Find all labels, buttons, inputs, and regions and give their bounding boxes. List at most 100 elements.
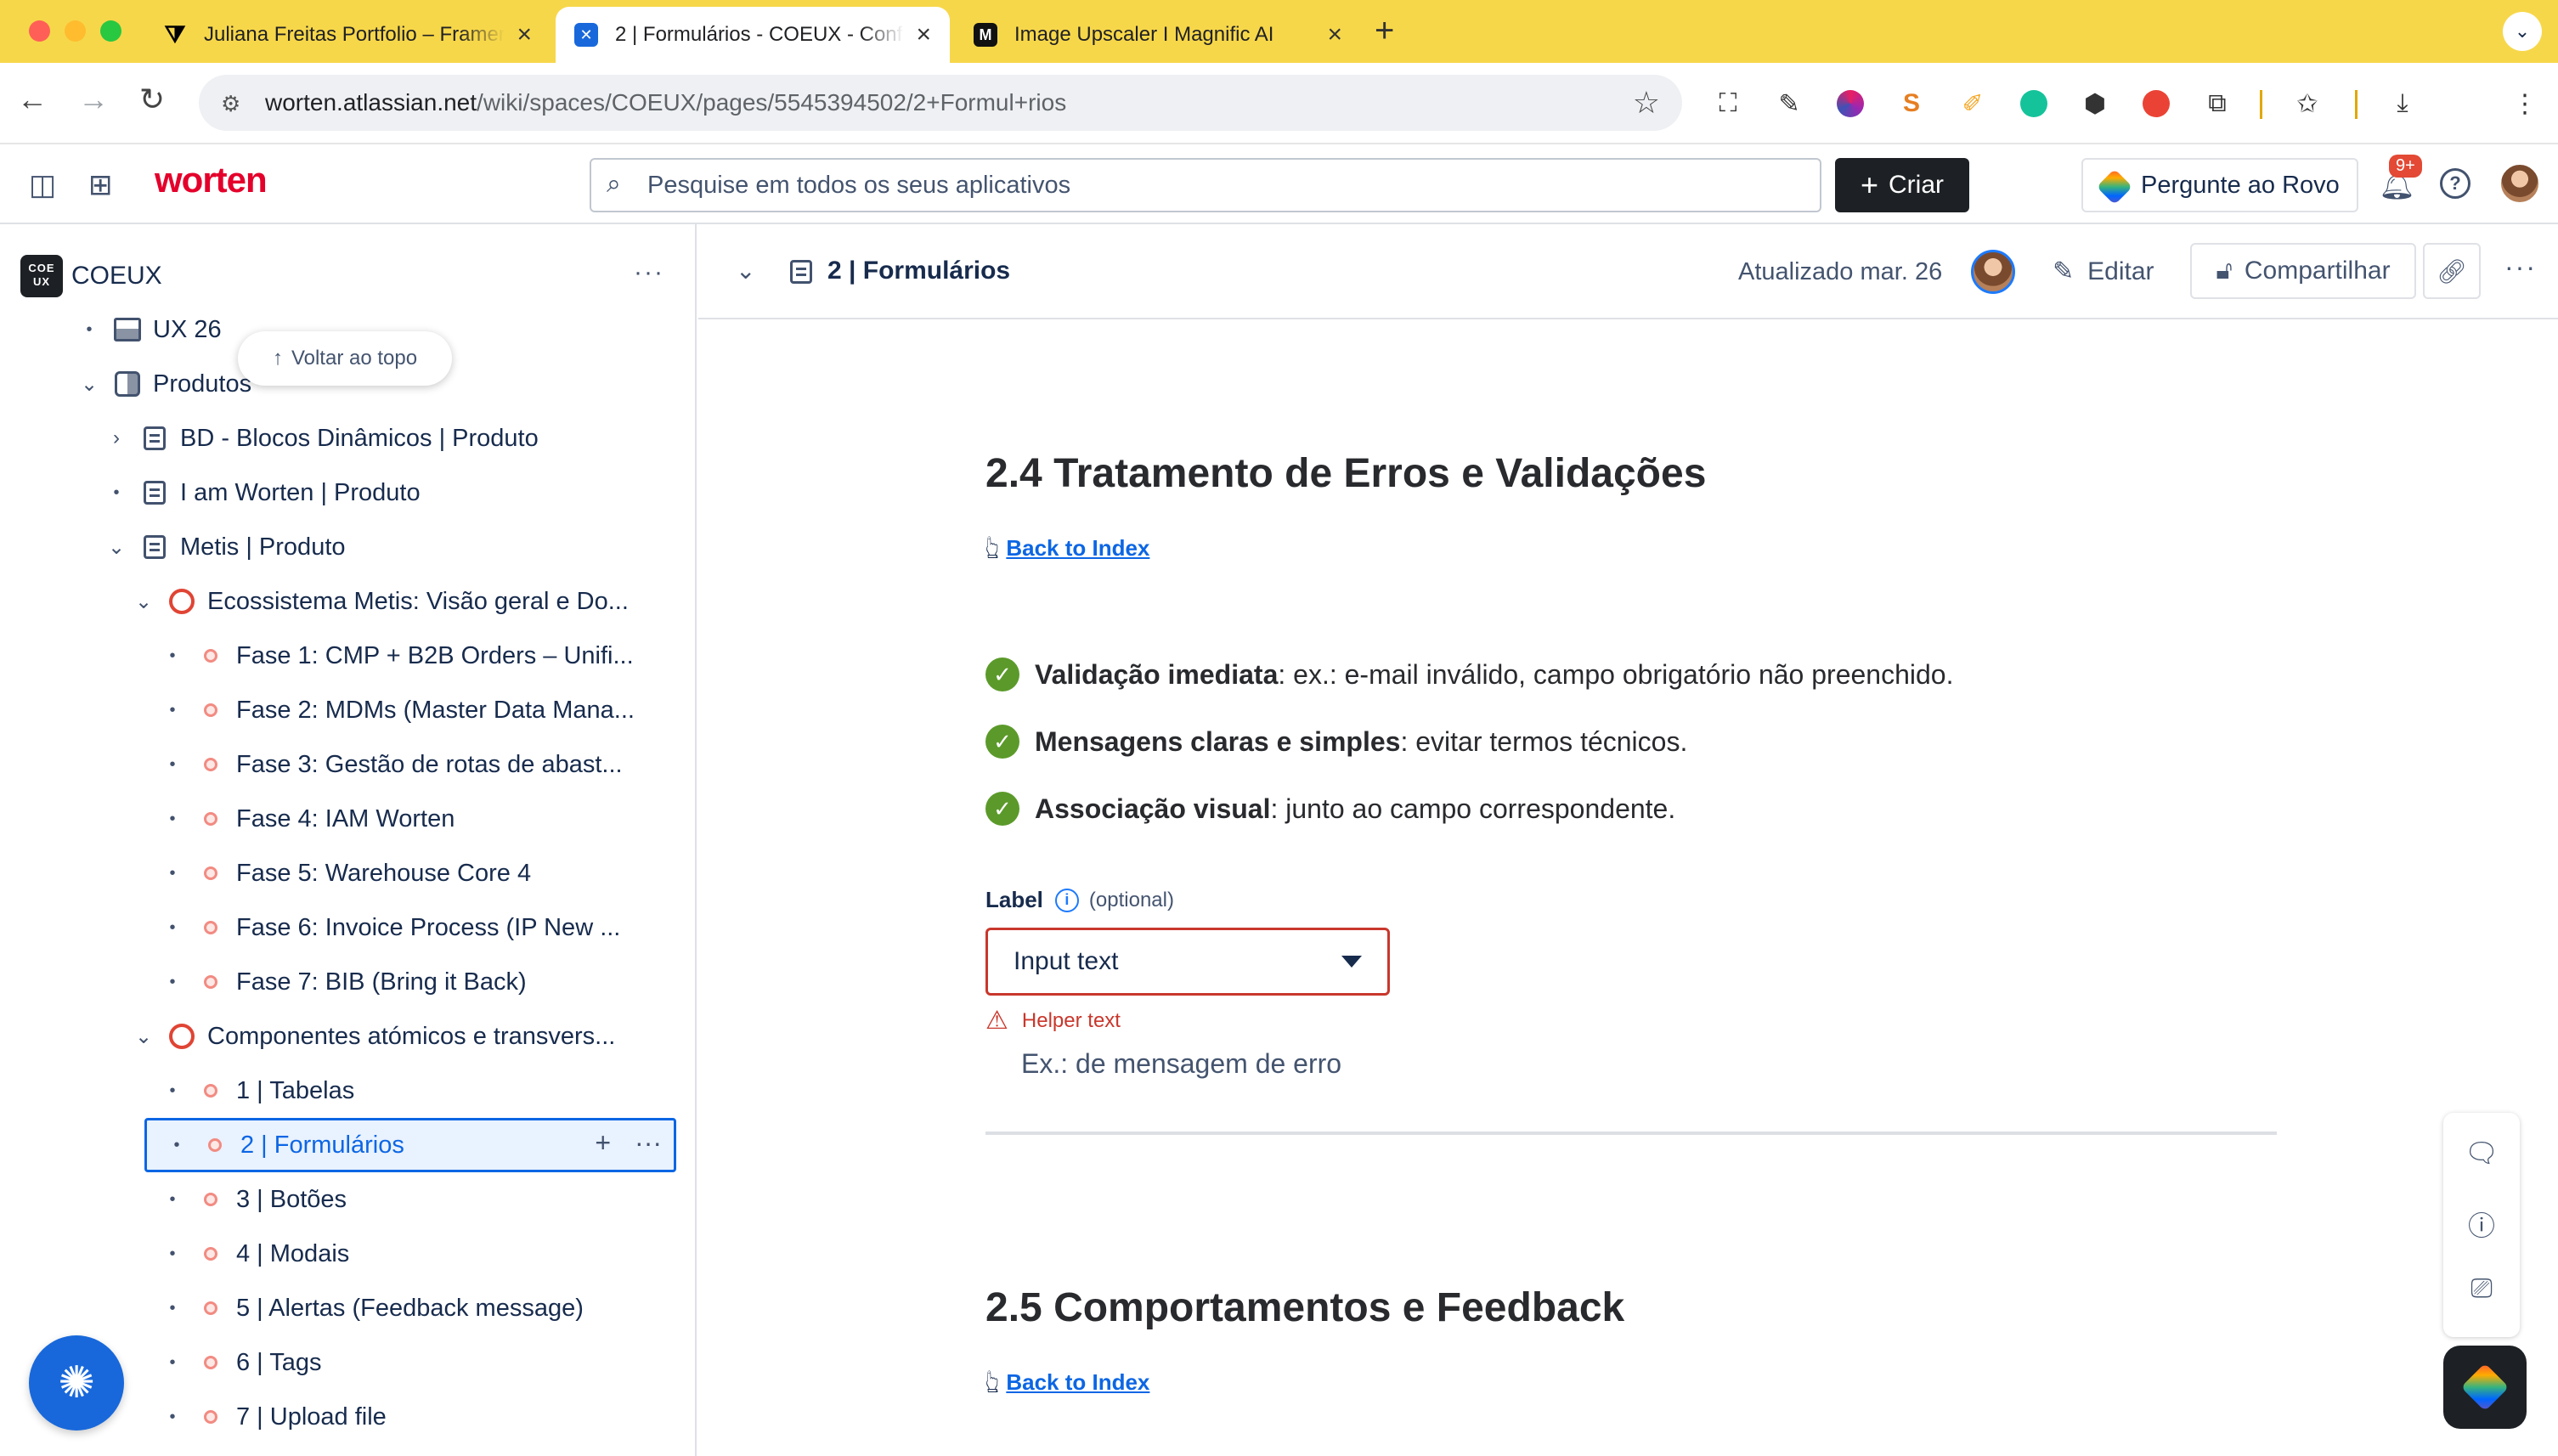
s-extension-icon[interactable]: S (1893, 85, 1930, 122)
app-switcher-icon[interactable]: ⊞ (88, 168, 113, 202)
space-more-icon[interactable]: ··· (634, 258, 664, 287)
sidebar-item-metis[interactable]: ⌄ Metis | Produto (104, 522, 346, 573)
confluence-icon: ✕ (574, 23, 598, 47)
framer-icon: ⧩ (164, 20, 186, 48)
sidebar-item-tags[interactable]: • 6 | Tags (160, 1337, 321, 1388)
reload-button[interactable]: ↻ (139, 82, 165, 117)
extensions-puzzle-icon[interactable]: ⧉ (2199, 85, 2236, 122)
sidebar-item-alertas[interactable]: • 5 | Alertas (Feedback message) (160, 1283, 583, 1334)
site-settings-icon[interactable]: ⚙ (221, 91, 240, 117)
browser-toolbar: ← → ↻ ⚙ worten.atlassian.net/wiki/spaces… (0, 63, 2558, 180)
space-header[interactable]: COE UX COEUX (20, 255, 162, 297)
window-zoom-button[interactable] (100, 20, 121, 42)
sidebar-item-modais[interactable]: • 4 | Modais (160, 1228, 349, 1279)
window-close-button[interactable] (29, 20, 50, 42)
window-minimize-button[interactable] (65, 20, 86, 42)
sidebar-item-ecossistema-metis[interactable]: ⌄ Ecossistema Metis: Visão geral e Do... (131, 576, 629, 627)
tab-search-button[interactable]: ⌄ (2503, 12, 2542, 51)
browser-tab-portfolio[interactable]: ⧩ Juliana Freitas Portfolio – Framer × (144, 7, 551, 63)
chevron-right-icon[interactable]: › (104, 426, 129, 450)
unlock-icon: 🔓︎ (2216, 257, 2233, 285)
copy-link-button[interactable]: 🔗︎ (2423, 243, 2481, 299)
bookmark-star-icon[interactable]: ☆ (1633, 85, 1660, 121)
create-button[interactable]: + Criar (1835, 158, 1969, 212)
download-icon[interactable]: ⤓ (2384, 85, 2421, 122)
sidebar-item-produtos[interactable]: ⌄ Produtos (76, 358, 251, 409)
sidebar-item-botoes[interactable]: • 3 | Botões (160, 1174, 347, 1225)
sidebar-item-ux26[interactable]: • UX 26 (76, 304, 221, 355)
video-icon[interactable]: ⎚ (2443, 1273, 2520, 1305)
back-to-top-button[interactable]: ↑ Voltar ao topo (238, 331, 452, 386)
checkmark-icon: ✓ (985, 725, 1019, 759)
sidebar-item-fase2[interactable]: • Fase 2: MDMs (Master Data Mana... (160, 685, 634, 736)
back-to-index-link-2[interactable]: 👆︎ Back to Index (985, 1364, 1149, 1401)
back-button[interactable]: ← (17, 82, 48, 117)
add-child-icon[interactable]: + (595, 1127, 611, 1159)
comment-icon[interactable]: 🗨︎ (2443, 1137, 2520, 1169)
sidebar-item-formularios[interactable]: • 2 | Formulários + ··· (144, 1118, 676, 1172)
global-search-input[interactable]: ⌕ Pesquise em todos os seus aplicativos (590, 158, 1821, 212)
more-actions-icon[interactable]: ··· (2504, 251, 2537, 283)
hexagon-extension-icon[interactable]: ⬢ (2076, 85, 2114, 122)
chevron-down-icon[interactable]: ⌄ (76, 372, 102, 397)
chevron-down-icon[interactable]: ⌄ (736, 257, 755, 285)
info-icon[interactable]: i (1054, 888, 1079, 912)
reading-list-icon[interactable]: ✩ (2289, 85, 2326, 122)
pencil-extension-icon[interactable]: ✐ (1954, 85, 1991, 122)
address-bar[interactable]: ⚙ worten.atlassian.net/wiki/spaces/COEUX… (199, 75, 1682, 131)
back-to-index-link-1[interactable]: 👆︎ Back to Index (985, 530, 1149, 567)
sidebar-item-fase1[interactable]: • Fase 1: CMP + B2B Orders – Unifi... (160, 630, 633, 681)
bullet-icon: • (169, 863, 176, 883)
assistant-fab-button[interactable]: ✺ (29, 1335, 124, 1431)
grammarly-icon[interactable] (2015, 85, 2053, 122)
screenshot-icon[interactable]: ⛶ (1709, 85, 1747, 122)
check-item-bold: Mensagens claras e simples (1035, 725, 1401, 757)
sidebar-item-label: Produtos (153, 370, 252, 398)
close-tab-icon[interactable]: × (1327, 20, 1342, 49)
more-actions-icon[interactable]: ··· (635, 1127, 662, 1159)
browser-menu-icon[interactable]: ⋮ (2506, 85, 2544, 122)
sidebar-item-fase6[interactable]: • Fase 6: Invoice Process (IP New ... (160, 902, 620, 953)
browser-tab-magnific[interactable]: M Image Upscaler I Magnific AI × (955, 7, 1361, 63)
close-tab-icon[interactable]: × (916, 20, 931, 49)
updated-label[interactable]: Atualizado mar. 26 (1738, 258, 1942, 286)
forward-button[interactable]: → (78, 82, 109, 117)
browser-tab-confluence[interactable]: ✕ 2 | Formulários - COEUX - Confluence × (556, 7, 950, 63)
chevron-down-icon[interactable]: ⌄ (131, 1024, 156, 1049)
sidebar-item-label: 2 | Formulários (240, 1131, 404, 1159)
help-icon[interactable]: ? (2440, 168, 2470, 199)
sidebar-item-fase7[interactable]: • Fase 7: BIB (Bring it Back) (160, 957, 526, 1007)
sidebar-item-i-am-worten[interactable]: • I am Worten | Produto (104, 467, 420, 518)
sidebar-item-componentes[interactable]: ⌄ Componentes atómicos e transvers... (131, 1011, 615, 1062)
author-avatar[interactable] (1971, 250, 2015, 294)
rovo-chat-button[interactable] (2443, 1346, 2527, 1429)
eyedropper-icon[interactable]: ✎ (1770, 85, 1808, 122)
sidebar-item-fase5[interactable]: • Fase 5: Warehouse Core 4 (160, 848, 531, 899)
sidebar-item-tabelas[interactable]: • 1 | Tabelas (160, 1065, 354, 1116)
share-button[interactable]: 🔓︎ Compartilhar (2190, 243, 2416, 299)
worten-logo[interactable]: worten (155, 160, 268, 200)
notifications-badge: 9+ (2389, 155, 2422, 178)
chevron-down-icon[interactable]: ⌄ (104, 535, 129, 560)
new-tab-button[interactable]: + (1375, 12, 1394, 50)
ask-rovo-button[interactable]: Pergunte ao Rovo (2081, 158, 2358, 212)
edit-button[interactable]: ✎ Editar (2053, 257, 2154, 286)
info-icon[interactable]: ⓘ (2443, 1205, 2520, 1244)
red-extension-icon[interactable] (2137, 85, 2175, 122)
color-extension-icon[interactable] (1832, 85, 1869, 122)
sidebar-item-upload-file[interactable]: • 7 | Upload file (160, 1391, 386, 1442)
space-name: COEUX (71, 262, 162, 290)
sidebar-item-fase3[interactable]: • Fase 3: Gestão de rotas de abast... (160, 739, 622, 790)
close-tab-icon[interactable]: × (517, 20, 532, 49)
chevron-down-icon[interactable]: ⌄ (131, 590, 156, 614)
back-to-index-text[interactable]: Back to Index (1006, 1369, 1149, 1396)
tab-title: Image Upscaler I Magnific AI (1014, 23, 1274, 46)
sidebar-item-blocos-dinamicos[interactable]: › BD - Blocos Dinâmicos | Produto (104, 413, 539, 464)
user-avatar[interactable] (2499, 163, 2540, 204)
floating-tools: 🗨︎ ⓘ ⎚ (2443, 1113, 2520, 1337)
sidebar-item-fase4[interactable]: • Fase 4: IAM Worten (160, 793, 455, 844)
sidebar-toggle-icon[interactable]: ◫ (29, 168, 56, 202)
rovo-icon (2460, 1363, 2510, 1412)
error-state-select[interactable]: Input text (985, 928, 1390, 996)
back-to-index-text[interactable]: Back to Index (1006, 535, 1149, 562)
